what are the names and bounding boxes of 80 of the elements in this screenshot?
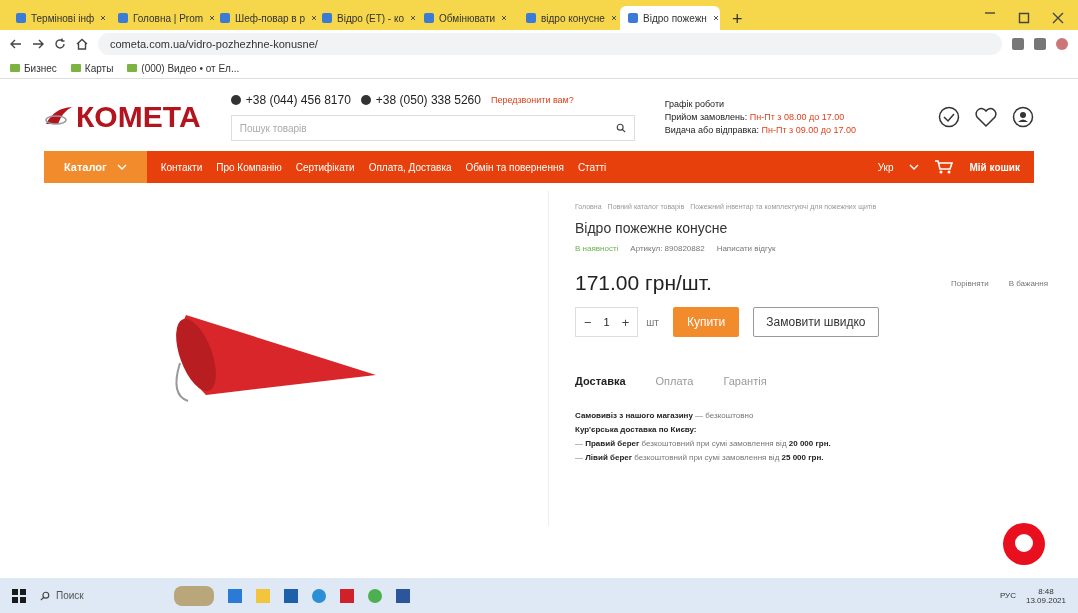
search-icon[interactable]: [615, 123, 626, 133]
schedule-title: Графік роботи: [664, 99, 726, 109]
decrement-button[interactable]: −: [584, 314, 592, 330]
extension-icon[interactable]: [1034, 38, 1046, 50]
quantity-stepper[interactable]: − 1 +: [575, 307, 639, 337]
language-indicator[interactable]: РУС: [999, 591, 1016, 600]
search-icon: [40, 590, 50, 601]
heart-icon[interactable]: [974, 106, 998, 128]
browser-tab[interactable]: Головна | Prom: [110, 6, 210, 30]
callback-link[interactable]: Передзвонити вам?: [490, 95, 574, 105]
review-link[interactable]: Написати відгук: [716, 244, 776, 253]
reload-icon[interactable]: [54, 38, 66, 50]
close-icon[interactable]: [1052, 12, 1064, 24]
chevron-down-icon: [116, 164, 127, 170]
close-icon[interactable]: [310, 13, 318, 22]
increment-button[interactable]: +: [621, 314, 630, 330]
extension-icon[interactable]: [1012, 38, 1024, 50]
taskbar-search[interactable]: Поиск: [40, 590, 160, 601]
close-icon[interactable]: [208, 13, 217, 22]
browser-tab[interactable]: Відро пожежн: [620, 6, 720, 30]
site-logo[interactable]: КОМЕТА: [44, 100, 201, 134]
nav-link[interactable]: Сертифікати: [295, 161, 355, 173]
language-selector[interactable]: Укр: [877, 161, 894, 173]
delivery-info-line: Кур'єрська доставка по Києву:: [575, 425, 698, 434]
wishlist-link[interactable]: В бажання: [1008, 278, 1048, 288]
close-icon[interactable]: [99, 13, 108, 22]
bookmark[interactable]: Бизнес: [10, 62, 57, 74]
browser-tab[interactable]: відро конусне: [518, 6, 618, 30]
product-price: 171.00 грн/шт.: [575, 271, 712, 295]
forward-icon[interactable]: [32, 38, 44, 50]
back-icon[interactable]: [10, 38, 22, 50]
nav-link[interactable]: Оплата, Доставка: [368, 161, 452, 173]
browser-tab[interactable]: Обмінювати: [416, 6, 516, 30]
chevron-down-icon[interactable]: [909, 164, 920, 170]
bookmark[interactable]: (000) Видео • от Ел...: [127, 62, 240, 74]
browser-icon[interactable]: [312, 588, 326, 603]
availability-status: В наявності: [575, 244, 619, 253]
delivery-info-line: — Лівий берег безкоштовний при сумі замовлення від 25 000 грн.: [575, 453, 825, 462]
delivery-info-line: — Правий берег безкоштовний при сумі замовлення від 20 000 грн.: [575, 439, 832, 448]
nav-link[interactable]: Обмін та повернення: [465, 161, 564, 173]
nav-link[interactable]: Про Компанію: [216, 161, 282, 173]
home-icon[interactable]: [76, 38, 88, 50]
app-icon[interactable]: [228, 588, 242, 603]
maximize-icon[interactable]: [1018, 12, 1030, 24]
user-icon[interactable]: [1012, 106, 1034, 128]
cart-link[interactable]: Мій кошик: [969, 161, 1020, 173]
close-icon[interactable]: [711, 13, 720, 22]
bookmark[interactable]: Карты: [70, 62, 114, 74]
phone-number[interactable]: +38 (050) 338 5260: [360, 93, 481, 107]
address-bar[interactable]: cometa.com.ua/vidro-pozhezhne-konusne/: [98, 33, 1002, 55]
quick-order-button[interactable]: Замовити швидко: [753, 307, 879, 337]
nav-link[interactable]: Контакти: [160, 161, 203, 173]
sku-text: Артикул: 890820882: [630, 244, 705, 253]
close-icon[interactable]: [609, 13, 618, 22]
profile-icon[interactable]: [1056, 38, 1068, 50]
compare-link[interactable]: Порівняти: [951, 278, 989, 288]
close-icon[interactable]: [409, 13, 417, 22]
schedule-line: Прийом замовлень: Пн-Пт з 08.00 до 17.00: [664, 112, 846, 122]
minimize-icon[interactable]: [984, 12, 996, 14]
browser-tab[interactable]: Відро (ЕТ) - ко: [314, 6, 414, 30]
new-tab-button[interactable]: +: [722, 9, 753, 30]
windows-icon[interactable]: [12, 588, 26, 603]
app-icon[interactable]: [284, 588, 298, 603]
close-icon[interactable]: [500, 13, 509, 22]
nav-link[interactable]: Статті: [577, 161, 607, 173]
delivery-info-line: Самовивіз з нашого магазину — безкоштовно: [575, 411, 755, 420]
chat-icon[interactable]: [1002, 522, 1046, 566]
schedule-line: Видача або відправка: Пн-Пт з 09.00 до 17.00: [664, 125, 857, 135]
unit-label: шт: [646, 316, 659, 328]
browser-tab[interactable]: Шеф-повар в р: [212, 6, 312, 30]
check-circle-icon[interactable]: [938, 106, 960, 128]
info-tab[interactable]: Доставка: [575, 371, 626, 391]
browser-tab[interactable]: Термінові інф: [8, 6, 108, 30]
app-icon[interactable]: [340, 588, 354, 603]
clock[interactable]: 8:48 13.09.2021: [1025, 586, 1066, 605]
cart-icon[interactable]: [935, 160, 954, 174]
phone-number[interactable]: +38 (044) 456 8170: [230, 93, 351, 107]
app-icon[interactable]: [396, 588, 410, 603]
product-title: Відро пожежне конусне: [574, 220, 729, 236]
quantity-value: 1: [603, 316, 610, 328]
